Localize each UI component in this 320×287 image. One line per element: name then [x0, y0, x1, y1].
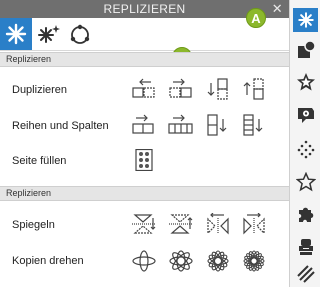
magic-sparkle-icon — [38, 25, 60, 43]
label-rotate-copies: Kopien drehen — [12, 255, 84, 267]
replicate-tool-button[interactable] — [293, 8, 318, 32]
duplicate-left-icon[interactable] — [131, 78, 157, 100]
stripes-icon[interactable] — [294, 262, 318, 286]
star-badge-icon[interactable] — [294, 70, 318, 94]
rotate-circle-icon — [70, 24, 90, 44]
duplicate-down-icon[interactable] — [205, 78, 231, 100]
stamp-icon[interactable] — [294, 235, 318, 259]
label-fill-page: Seite füllen — [12, 155, 67, 167]
row-right-icon[interactable] — [131, 114, 157, 136]
rotate-copies-6-icon[interactable] — [205, 250, 231, 272]
right-toolbar — [289, 0, 320, 287]
tab-bar — [0, 18, 289, 51]
rotate-copies-8-icon[interactable] — [241, 250, 267, 272]
window-title: REPLIZIEREN — [103, 2, 186, 16]
shape-icon[interactable] — [294, 38, 318, 62]
mirror-right-icon[interactable] — [241, 213, 267, 235]
replicate-icon — [297, 12, 314, 28]
duplicate-right-icon[interactable] — [168, 78, 194, 100]
column-down-icon[interactable] — [205, 114, 231, 136]
tab-rotate[interactable] — [64, 18, 96, 50]
fill-page-icon[interactable] — [131, 149, 157, 171]
tab-magic[interactable] — [33, 18, 65, 50]
close-icon[interactable]: ✕ — [272, 1, 283, 17]
rotate-copies-2-icon[interactable] — [131, 250, 157, 272]
tab-replicate[interactable] — [0, 18, 32, 50]
tag-icon[interactable] — [294, 103, 318, 127]
column-multi-icon[interactable] — [241, 114, 267, 136]
badge-a: A — [246, 8, 266, 28]
label-rows-columns: Reihen und Spalten — [12, 120, 109, 132]
label-duplicate: Duplizieren — [12, 84, 68, 96]
rotate-copies-4-icon[interactable] — [168, 250, 194, 272]
section-header-replicate-2: Replizieren — [0, 186, 289, 201]
mirror-left-icon[interactable] — [205, 213, 231, 235]
row-multi-icon[interactable] — [168, 114, 194, 136]
puzzle-icon[interactable] — [294, 202, 318, 226]
mirror-down-icon[interactable] — [131, 213, 157, 235]
label-mirror: Spiegeln — [12, 219, 55, 231]
star-outline-icon[interactable] — [294, 170, 318, 194]
section-header-replicate: Replizieren — [0, 52, 289, 67]
mirror-up-icon[interactable] — [168, 213, 194, 235]
duplicate-up-icon[interactable] — [241, 78, 267, 100]
replicate-icon — [5, 23, 27, 45]
dots-pattern-icon[interactable] — [294, 137, 318, 161]
